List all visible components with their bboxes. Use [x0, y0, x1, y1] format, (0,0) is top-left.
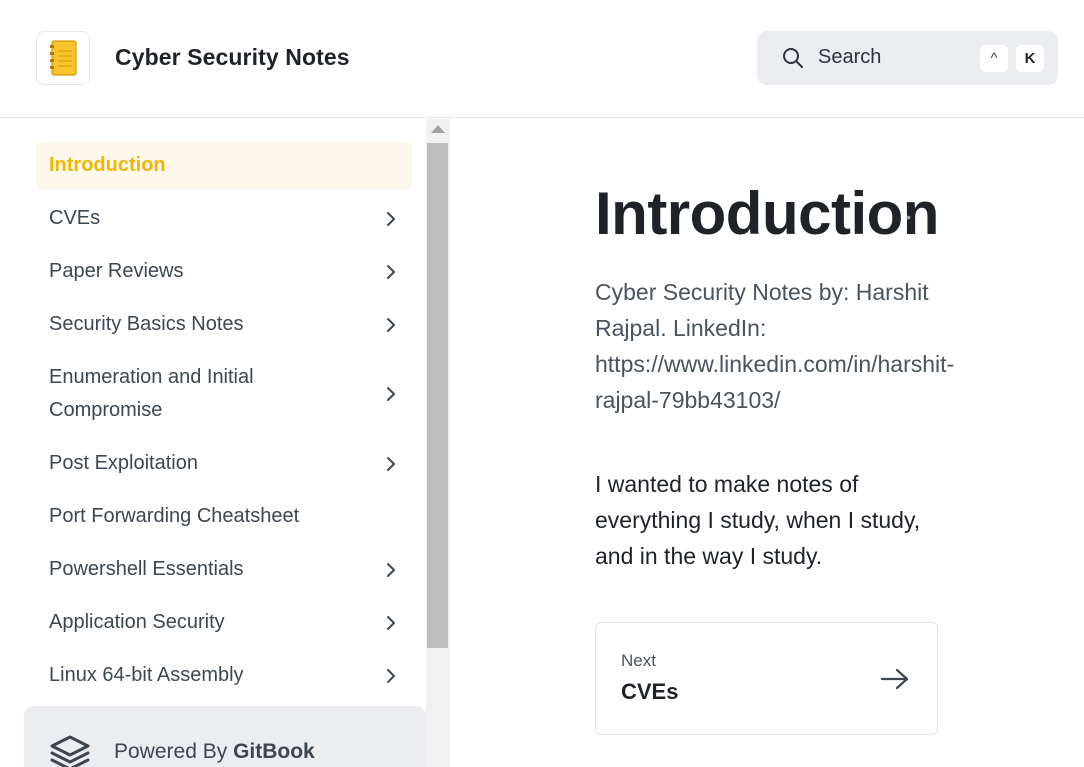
chevron-right-icon[interactable]	[385, 455, 397, 473]
powered-by-brand: GitBook	[233, 740, 315, 763]
site-logo[interactable]	[36, 31, 90, 85]
sidebar-item-cves[interactable]: CVEs	[36, 202, 412, 235]
body-paragraph: I wanted to make notes of everything I s…	[595, 471, 921, 569]
sidebar-item-label: Port Forwarding Cheatsheet	[49, 505, 300, 527]
powered-by-prefix: Powered By	[114, 740, 234, 763]
next-kicker: Next	[621, 651, 656, 670]
sidebar-item-label: Powershell Essentials	[49, 558, 244, 580]
sidebar-item-port-forwarding-cheatsheet[interactable]: Port Forwarding Cheatsheet	[36, 500, 412, 533]
shortcut-key: K	[1016, 45, 1044, 72]
search-label: Search	[818, 46, 882, 68]
sidebar-item-label: Paper Reviews	[49, 260, 184, 282]
sidebar-item-security-basics-notes[interactable]: Security Basics Notes	[36, 308, 412, 341]
chevron-right-icon[interactable]	[385, 561, 397, 579]
chevron-right-icon[interactable]	[385, 316, 397, 334]
sidebar-item-label: CVEs	[49, 207, 101, 229]
arrow-right-icon	[880, 668, 909, 690]
page-description: Cyber Security Notes by: Harshit Rajpal.…	[595, 279, 955, 413]
powered-by-gitbook-link[interactable]: Powered By GitBook	[24, 706, 426, 767]
sidebar-item-label: Security Basics Notes	[49, 313, 244, 335]
sidebar-item-label: Post Exploitation	[49, 452, 198, 474]
top-header: Cyber Security Notes Search ^ K	[0, 0, 1084, 118]
notebook-icon	[50, 40, 77, 76]
sidebar-item-label: Introduction	[49, 154, 166, 176]
powered-by-text: Powered By GitBook	[114, 740, 315, 764]
next-title: CVEs	[621, 679, 679, 704]
shortcut-modifier-key: ^	[980, 45, 1008, 72]
chevron-right-icon[interactable]	[385, 385, 397, 403]
sidebar-fade	[0, 679, 426, 709]
chevron-right-icon[interactable]	[385, 614, 397, 632]
chevron-right-icon[interactable]	[385, 210, 397, 228]
scroll-up-arrow-icon[interactable]	[431, 125, 445, 133]
site-title[interactable]: Cyber Security Notes	[115, 44, 350, 71]
gitbook-icon	[50, 735, 90, 767]
sidebar-scrollbar[interactable]	[426, 119, 450, 767]
sidebar-item-application-security[interactable]: Application Security	[36, 606, 412, 639]
heading-anchor-icon[interactable]: •	[906, 209, 911, 225]
next-page-link[interactable]: Next CVEs	[595, 622, 938, 735]
sidebar-item-powershell-essentials[interactable]: Powershell Essentials	[36, 553, 412, 586]
sidebar-item-paper-reviews[interactable]: Paper Reviews	[36, 255, 412, 288]
sidebar-item-post-exploitation[interactable]: Post Exploitation	[36, 447, 412, 480]
scrollbar-thumb[interactable]	[427, 143, 448, 648]
sidebar-nav: Introduction CVEs Paper Reviews Security…	[0, 119, 450, 767]
search-icon	[783, 48, 803, 68]
page-title: Introduction	[595, 180, 939, 247]
sidebar-item-label: Application Security	[49, 611, 225, 633]
main-content: Introduction • Cyber Security Notes by: …	[451, 119, 1084, 767]
sidebar-item-introduction[interactable]: Introduction	[36, 142, 412, 189]
sidebar-item-enumeration-and-initial-compromise[interactable]: Enumeration and Initial Compromise	[36, 361, 412, 427]
chevron-right-icon[interactable]	[385, 263, 397, 281]
search-button[interactable]: Search ^ K	[757, 31, 1058, 85]
sidebar-item-label: Enumeration and Initial Compromise	[49, 366, 254, 421]
